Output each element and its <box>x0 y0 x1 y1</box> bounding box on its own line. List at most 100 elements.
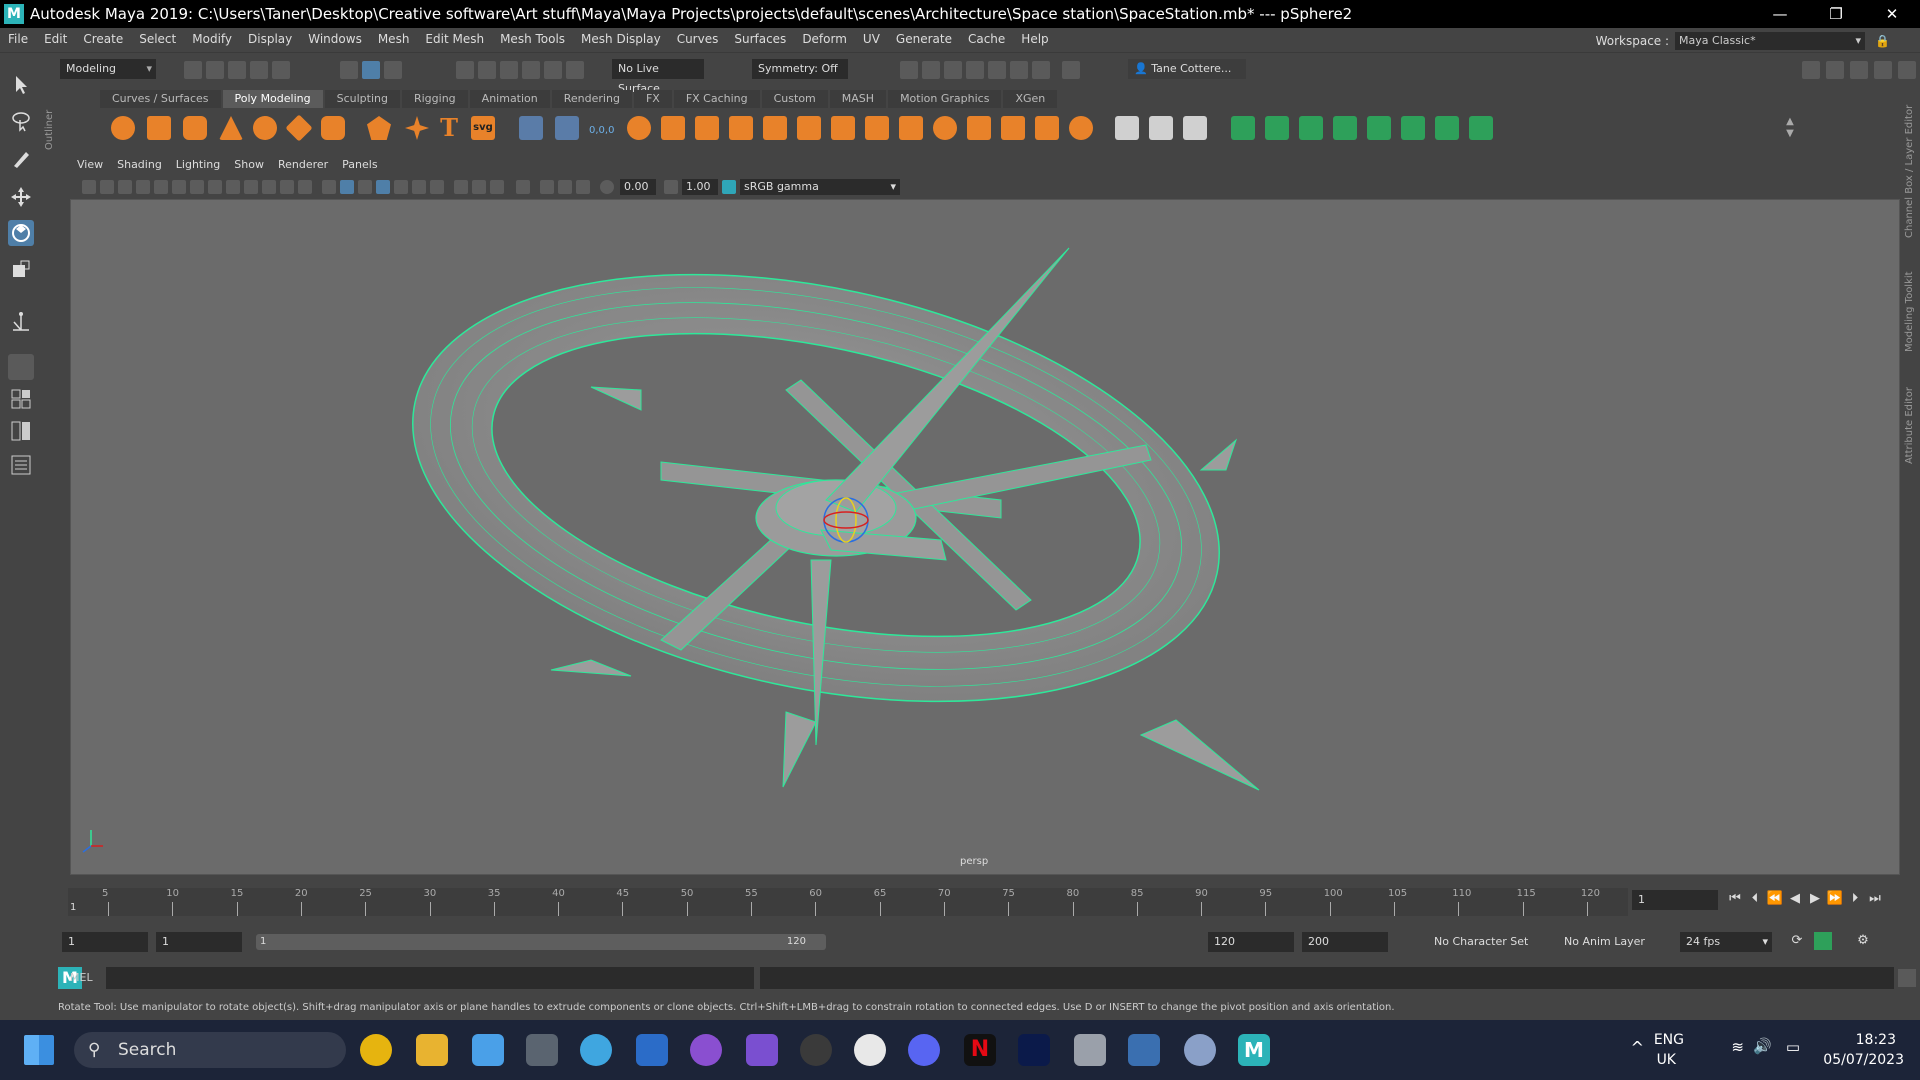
camera-attributes-icon[interactable] <box>100 180 114 194</box>
color-management-icon[interactable] <box>722 180 736 194</box>
github-icon[interactable] <box>690 1034 722 1066</box>
windows-start-icon[interactable] <box>24 1035 54 1065</box>
input-language[interactable]: ENG <box>1654 1032 1684 1048</box>
user-account-dropdown[interactable]: 👤 Tane Cottere... <box>1128 59 1246 79</box>
uv-layout-icon[interactable] <box>1401 116 1425 140</box>
clock-time[interactable]: 18:23 <box>1856 1032 1896 1048</box>
wireframe-icon[interactable] <box>322 180 336 194</box>
combine-icon[interactable] <box>627 116 651 140</box>
scale-tool-icon[interactable] <box>8 256 34 282</box>
chrome-icon[interactable] <box>360 1034 392 1066</box>
word-icon[interactable] <box>636 1034 668 1066</box>
render-setup-icon[interactable] <box>1010 61 1028 79</box>
calculator-icon[interactable] <box>526 1034 558 1066</box>
menu-mesh-tools[interactable]: Mesh Tools <box>492 32 573 46</box>
motion-blur-icon[interactable] <box>558 180 572 194</box>
open-scene-icon[interactable] <box>206 61 224 79</box>
auto-key-icon[interactable] <box>1814 932 1832 950</box>
pause-viewport-icon[interactable] <box>1062 61 1080 79</box>
move-tool-icon[interactable] <box>8 184 34 210</box>
bookmarks-icon[interactable] <box>118 180 132 194</box>
range-slider[interactable]: 1 120 <box>256 934 826 950</box>
boolean-difference-icon[interactable] <box>763 116 787 140</box>
poly-cylinder-icon[interactable] <box>183 116 207 140</box>
menu-deform[interactable]: Deform <box>794 32 855 46</box>
play-backwards-icon[interactable]: ◀ <box>1786 890 1804 908</box>
shelf-tab-active[interactable]: Poly Modeling <box>222 90 323 108</box>
cut-uv-icon[interactable] <box>1435 116 1459 140</box>
modeling-toolkit-toggle-icon[interactable] <box>1826 61 1844 79</box>
super-shape-icon[interactable] <box>405 116 429 140</box>
panel-menu-view[interactable]: View <box>70 158 110 176</box>
unity-icon[interactable] <box>800 1034 832 1066</box>
grid-icon[interactable] <box>190 180 204 194</box>
multi-cut-icon[interactable] <box>1069 116 1093 140</box>
svg-tool-icon[interactable]: svg <box>471 116 495 140</box>
playback-start-field[interactable]: 1 <box>156 932 242 952</box>
center-pivot-icon[interactable]: 0,0,0 <box>589 116 614 140</box>
layer-editor-toggle-icon[interactable] <box>1898 61 1916 79</box>
shelf-tab[interactable]: FX <box>633 90 672 108</box>
menu-select[interactable]: Select <box>131 32 184 46</box>
taskbar-search-box[interactable]: ⚲ Search <box>74 1032 346 1068</box>
poly-disc-icon[interactable] <box>321 116 345 140</box>
channel-box-side-tab[interactable]: Channel Box / Layer Editor <box>1904 98 1918 238</box>
quad-draw-icon[interactable] <box>1183 116 1207 140</box>
playback-end-field[interactable]: 120 <box>1208 932 1294 952</box>
redo-icon[interactable] <box>272 61 290 79</box>
notepad-icon[interactable] <box>472 1034 504 1066</box>
script-language-label[interactable]: MEL <box>70 971 93 984</box>
volume-icon[interactable]: 🔊 <box>1753 1037 1772 1055</box>
maya-taskbar-icon[interactable]: M <box>1238 1034 1270 1066</box>
snap-together-icon[interactable] <box>555 116 579 140</box>
2d-pan-zoom-icon[interactable] <box>154 180 168 194</box>
shelf-scroll-icon[interactable]: ▲ ▼ <box>1783 116 1797 140</box>
settings-icon[interactable] <box>1184 1034 1216 1066</box>
new-scene-icon[interactable] <box>184 61 202 79</box>
restore-button[interactable]: ❐ <box>1808 0 1864 28</box>
lasso-tool-icon[interactable] <box>8 108 34 134</box>
shelf-tab[interactable]: Sculpting <box>324 90 400 108</box>
menu-help[interactable]: Help <box>1013 32 1056 46</box>
camera-select-icon[interactable] <box>82 180 96 194</box>
gamma-icon[interactable] <box>664 180 678 194</box>
visual-studio-icon[interactable] <box>746 1034 778 1066</box>
save-scene-icon[interactable] <box>228 61 246 79</box>
isolate-select-icon[interactable] <box>516 180 530 194</box>
bridge-icon[interactable] <box>865 116 889 140</box>
symmetry-dropdown[interactable]: Symmetry: Off <box>752 59 848 79</box>
fps-dropdown[interactable]: 24 fps ▾ <box>1680 932 1772 952</box>
use-default-material-icon[interactable] <box>358 180 372 194</box>
menu-windows[interactable]: Windows <box>300 32 370 46</box>
textured-icon[interactable] <box>394 180 408 194</box>
live-surface-field[interactable]: No Live Surface <box>612 59 704 95</box>
gamma-field[interactable]: 1.00 <box>682 179 718 195</box>
soft-select-icon[interactable] <box>8 354 34 380</box>
shelf-tab[interactable]: Custom <box>761 90 828 108</box>
anim-layer-dropdown[interactable]: No Anim Layer <box>1558 932 1662 952</box>
select-hierarchy-icon[interactable] <box>340 61 358 79</box>
step-forward-frame-icon[interactable]: ⏵ <box>1846 890 1864 908</box>
attribute-editor-toggle-icon[interactable] <box>1850 61 1868 79</box>
menu-curves[interactable]: Curves <box>669 32 727 46</box>
undo-icon[interactable] <box>250 61 268 79</box>
battery-icon[interactable]: ▭ <box>1786 1038 1800 1056</box>
menu-file[interactable]: File <box>0 32 36 46</box>
fill-hole-icon[interactable] <box>933 116 957 140</box>
menu-generate[interactable]: Generate <box>888 32 960 46</box>
poly-sphere-icon[interactable] <box>111 116 135 140</box>
extract-icon[interactable] <box>1001 116 1025 140</box>
offset-edge-loop-icon[interactable] <box>1149 116 1173 140</box>
shadows-icon[interactable] <box>430 180 444 194</box>
panel-menu-show[interactable]: Show <box>227 158 271 176</box>
append-polygon-icon[interactable] <box>967 116 991 140</box>
platonic-solid-icon[interactable] <box>367 116 391 140</box>
insert-edge-loop-icon[interactable] <box>1115 116 1139 140</box>
spherical-map-icon[interactable] <box>1333 116 1357 140</box>
file-explorer-icon[interactable] <box>416 1034 448 1066</box>
chevron-up-icon[interactable]: ^ <box>1631 1038 1644 1057</box>
paint-icon[interactable] <box>580 1034 612 1066</box>
gate-mask-icon[interactable] <box>244 180 258 194</box>
layout-two-pane-icon[interactable] <box>8 418 34 444</box>
snap-relative-icon[interactable] <box>566 61 584 79</box>
